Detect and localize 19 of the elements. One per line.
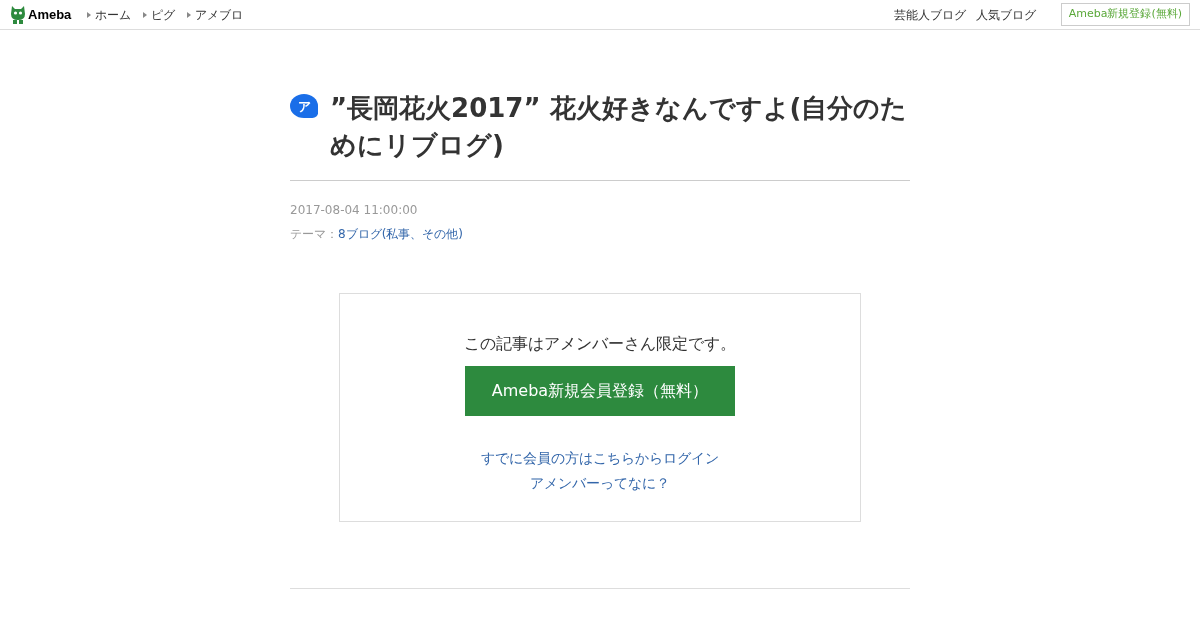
nav-link[interactable]: ピグ — [151, 5, 176, 24]
text-link[interactable]: すでに会員の方はこちらからログイン — [481, 448, 719, 469]
members-only-message: この記事はアメンバーさん限定です。 — [464, 333, 736, 355]
speech-bubble-icon: ア — [290, 94, 318, 118]
logo-text[interactable]: Ameba — [28, 4, 72, 25]
theme-label: テーマ： — [290, 226, 338, 243]
header-link[interactable]: 芸能人ブログ — [893, 5, 966, 24]
triangle-icon — [187, 11, 192, 18]
nav-link[interactable]: アメブロ — [195, 5, 244, 24]
register-button[interactable]: Ameba新規会員登録（無料） — [465, 366, 735, 416]
triangle-icon — [143, 11, 148, 18]
post-date: 2017-08-04 11:00:00 — [290, 202, 419, 219]
header-link[interactable]: 人気ブログ — [975, 5, 1036, 24]
frog-logo-icon[interactable] — [10, 5, 26, 24]
triangle-icon — [87, 11, 92, 18]
text-link[interactable]: アメンバーってなに？ — [530, 473, 670, 494]
theme-link[interactable]: 8ブログ(私事、その他) — [338, 225, 463, 243]
nav-link[interactable]: ホーム — [95, 5, 132, 24]
article-title: ”長岡花火2017” 花火好きなんですよ(自分のためにリブログ) — [330, 92, 909, 162]
